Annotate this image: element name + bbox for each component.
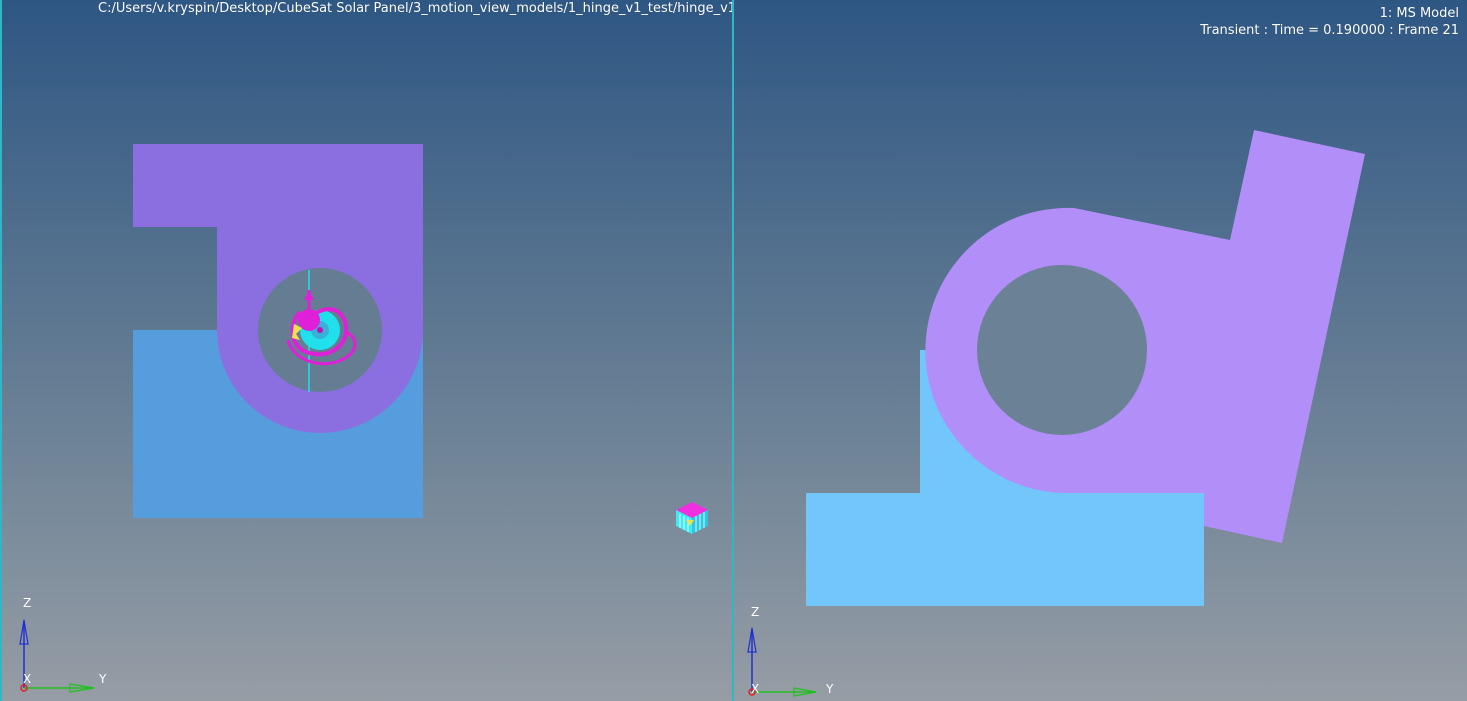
triad-z-label: Z <box>23 596 31 610</box>
triad-z-label: Z <box>751 605 759 619</box>
triad-x-label: X <box>751 682 759 696</box>
right-viewport[interactable]: Z X Y 1: MS Model Transient : Time = 0.1… <box>734 0 1467 701</box>
base-tab[interactable] <box>133 434 216 518</box>
hinge-hole <box>977 265 1147 435</box>
model-label: 1: MS Model <box>1379 6 1459 21</box>
triad-y-label: Y <box>825 682 834 696</box>
triad-y-label: Y <box>98 672 107 686</box>
animation-status: Transient : Time = 0.190000 : Frame 21 <box>1200 23 1459 38</box>
axis-triad-icon: Z X Y <box>19 596 107 693</box>
triad-x-label: X <box>23 672 31 686</box>
origin-cube-icon[interactable] <box>676 502 708 534</box>
base-part[interactable] <box>806 493 1204 606</box>
left-viewport[interactable]: Z X Y C:/Users/v.kryspin/Desktop/CubeSat… <box>0 0 733 701</box>
model-file-path: C:/Users/v.kryspin/Desktop/CubeSat Solar… <box>98 1 733 16</box>
left-graphics-canvas[interactable]: Z X Y <box>0 0 733 701</box>
right-graphics-canvas[interactable]: Z X Y <box>734 0 1467 701</box>
axis-triad-icon: Z X Y <box>747 605 834 697</box>
